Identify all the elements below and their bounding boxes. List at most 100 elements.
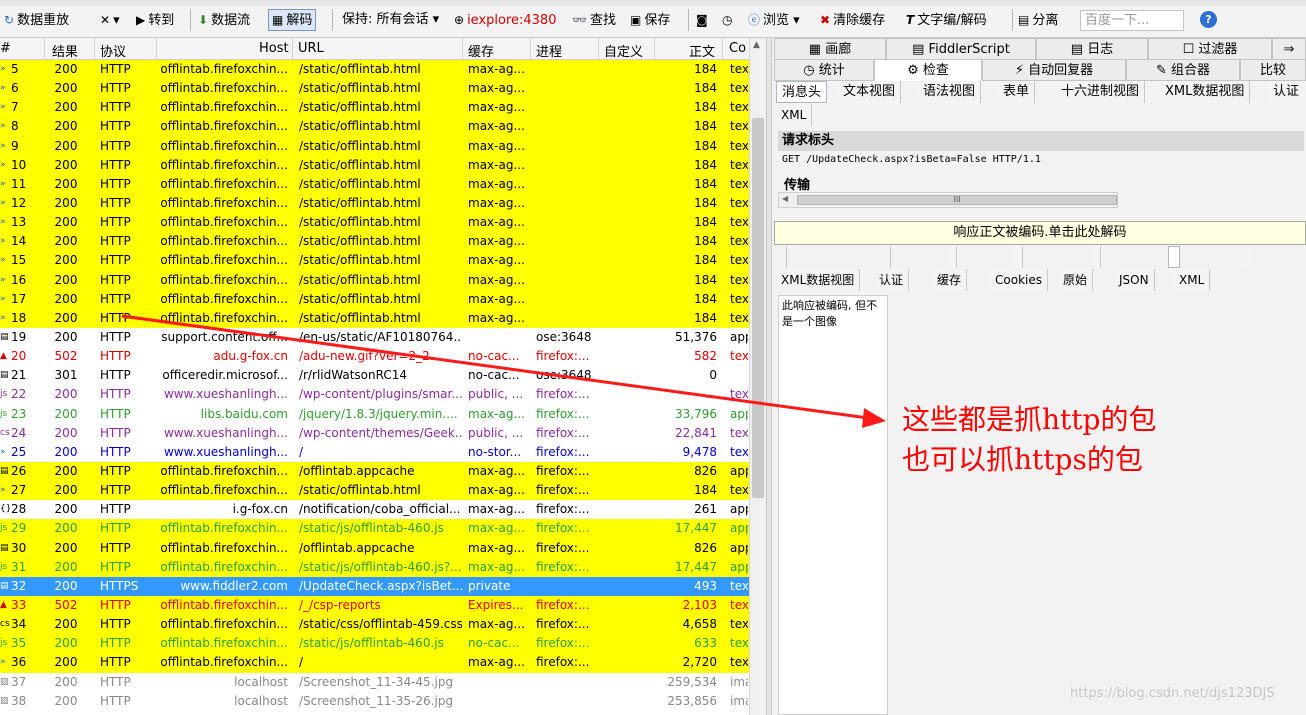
request-tab-syntaxview[interactable]: 语法视图: [918, 81, 982, 103]
scrollbar-thumb[interactable]: III: [797, 195, 1117, 205]
tab-compare[interactable]: 比较: [1240, 59, 1306, 81]
tab-statistics[interactable]: ◷ 统计: [774, 59, 874, 81]
column-header-caching[interactable]: 缓存: [468, 41, 494, 60]
session-row[interactable]: js 31 200 HTTP offlintab.firefoxchin... /stat…: [0, 557, 749, 577]
find-button[interactable]: 👓 查找: [572, 10, 616, 30]
column-header-body[interactable]: 正文: [689, 41, 715, 60]
session-row[interactable]: » 13 200 HTTP offlintab.firefoxchin... /stati…: [0, 213, 749, 233]
session-row[interactable]: » 14 200 HTTP offlintab.firefoxchin... /stati…: [0, 232, 749, 252]
session-row[interactable]: cs 34 200 HTTP offlintab.firefoxchin... /stat…: [0, 615, 749, 635]
response-tab-cookies[interactable]: Cookies: [990, 269, 1048, 291]
save-button[interactable]: ▣ 保存: [630, 10, 670, 30]
session-row[interactable]: » 10 200 HTTP offlintab.firefoxchin... /stati…: [0, 155, 749, 175]
response-tab-auth[interactable]: 认证: [874, 269, 910, 291]
session-row[interactable]: » 36 200 HTTP offlintab.firefoxchin... / max-a…: [0, 653, 749, 673]
column-header-custom[interactable]: 自定义: [604, 41, 643, 60]
session-row[interactable]: ▤ 32 200 HTTPS www.fiddler2.com/UpdateCheck.…: [0, 576, 749, 596]
text-encode-button[interactable]: T 文字编/解码: [906, 10, 987, 30]
tab-autoresponder[interactable]: ⚡ 自动回复器: [982, 59, 1126, 81]
session-row[interactable]: » 5 200 HTTP offlintab.firefoxchin... /static…: [0, 60, 749, 80]
session-row[interactable]: » 6 200 HTTP offlintab.firefoxchin... /static…: [0, 79, 749, 99]
search-input[interactable]: 百度一下...: [1080, 10, 1184, 31]
session-row[interactable]: ▤ 21 301 HTTP officeredir.microsof... /r/rlid…: [0, 366, 749, 385]
session-row[interactable]: ▲ 20 502 HTTP adu.g-fox.cn/adu-new.gif?ver=2…: [0, 347, 749, 366]
session-row[interactable]: ▲ 33 502 HTTP offlintab.firefoxchin... /_/csp…: [0, 595, 749, 616]
browse-button[interactable]: ⓔ 浏览 ▾: [748, 10, 800, 30]
session-row[interactable]: {}28 200 HTTP i.g-fox.cn/notification/coba_…: [0, 500, 749, 519]
column-header-num[interactable]: #: [0, 41, 11, 56]
tab-composer[interactable]: ✎ 组合器: [1126, 59, 1240, 81]
decode-response-bar[interactable]: 响应正文被编码.单击此处解码: [774, 221, 1306, 245]
session-row[interactable]: ▨ 38 200 HTTP localhost/Screenshot_11-35-26.…: [0, 692, 749, 711]
session-row[interactable]: » 27 200 HTTP offlintab.firefoxchin... /stati…: [0, 481, 749, 501]
request-tab-webforms[interactable]: 表单: [998, 81, 1036, 103]
session-row[interactable]: cs 24 200 HTTP www.xueshanlingh... /wp-conten…: [0, 424, 749, 443]
column-header-host[interactable]: Host: [259, 41, 289, 56]
tab-filters[interactable]: ☐ 过滤器: [1148, 38, 1272, 60]
column-header-process[interactable]: 进程: [536, 41, 562, 60]
session-list[interactable]: # 结果 协议 Host URL 缓存 进程 自定义 正文 Co » 5 200 HT…: [0, 38, 766, 715]
session-row[interactable]: » 25 200 HTTP www.xueshanlingh... / no-stor...…: [0, 443, 749, 462]
response-tab-headers[interactable]: [946, 246, 957, 268]
session-row[interactable]: ▤ 19 200 HTTP support.content.off... /en-us/s…: [0, 328, 749, 347]
session-row[interactable]: js 23 200 HTTP libs.baidu.com/jquery/1.8.3/j…: [0, 405, 749, 424]
tab-log[interactable]: ▤ 日志: [1036, 38, 1148, 60]
response-tab-xml[interactable]: XML: [1174, 269, 1211, 291]
session-row[interactable]: js 22 200 HTTP www.xueshanlingh... /wp-conten…: [0, 385, 749, 404]
stream-button[interactable]: ⬇ 数据流: [198, 10, 250, 30]
process-filter-button[interactable]: ⊕ iexplore:4380: [454, 10, 556, 30]
session-row[interactable]: » 16 200 HTTP offlintab.firefoxchin... /stati…: [0, 270, 749, 290]
column-header-url[interactable]: URL: [298, 41, 324, 56]
response-tab-json[interactable]: JSON: [1114, 269, 1155, 291]
column-header-content-type[interactable]: Co: [729, 41, 746, 56]
scroll-up-icon[interactable]: ▲: [753, 40, 760, 50]
session-row[interactable]: » 18 200 HTTP offlintab.firefoxchin... /stati…: [0, 308, 749, 328]
tab-inspectors[interactable]: ⚙ 检查: [874, 59, 982, 81]
timer-button[interactable]: ◷: [722, 10, 735, 30]
request-tab-auth[interactable]: 认证: [1268, 81, 1305, 103]
session-row[interactable]: » 12 200 HTTP offlintab.firefoxchin... /stati…: [0, 193, 749, 214]
session-row[interactable]: ▤ 30 200 HTTP offlintab.firefoxchin... /offli…: [0, 538, 749, 558]
tearoff-button[interactable]: ▤ 分离: [1018, 10, 1058, 30]
session-row[interactable]: » 11 200 HTTP offlintab.firefoxchin... /stati…: [0, 174, 749, 194]
tab-gallery[interactable]: ▦ 画廊: [774, 38, 886, 60]
response-tab-syntaxview[interactable]: [1090, 246, 1101, 268]
session-list-scrollbar[interactable]: ▲: [749, 38, 766, 715]
session-row[interactable]: js 35 200 HTTP offlintab.firefoxchin... /stat…: [0, 634, 749, 654]
screenshot-button[interactable]: ◙: [696, 10, 711, 30]
replay-button[interactable]: ↻ 数据重放: [4, 10, 69, 30]
response-tab-caching[interactable]: 缓存: [932, 269, 968, 291]
response-tab-imageview[interactable]: [1168, 246, 1180, 268]
help-icon[interactable]: ?: [1200, 11, 1217, 28]
scroll-left-icon[interactable]: ◀: [782, 194, 788, 203]
response-tab-getsyntax[interactable]: [776, 246, 787, 268]
request-tab-xml[interactable]: XML: [776, 104, 813, 126]
goto-button[interactable]: ▶ 转到: [136, 10, 174, 30]
session-row[interactable]: » 17 200 HTTP offlintab.firefoxchin... /stati…: [0, 289, 749, 309]
tab-overflow[interactable]: ⇒: [1272, 38, 1306, 60]
response-tab-raw[interactable]: 原始: [1058, 269, 1094, 291]
request-tab-hexview[interactable]: 十六进制视图: [1056, 81, 1146, 103]
session-row[interactable]: » 9 200 HTTP offlintab.firefoxchin... /static…: [0, 136, 749, 156]
remove-button[interactable]: ✕ ▾: [100, 10, 120, 30]
session-row[interactable]: ▨ 37 200 HTTP localhost/Screenshot_11-34-45.…: [0, 673, 749, 692]
response-tab-transformer[interactable]: [880, 246, 891, 268]
session-row[interactable]: ▤ 26 200 HTTP offlintab.firefoxchin... /offli…: [0, 461, 749, 482]
request-tab-headers[interactable]: 消息头: [776, 81, 828, 103]
column-header-protocol[interactable]: 协议: [100, 41, 126, 60]
request-tab-textview[interactable]: 文本视图: [838, 81, 902, 103]
session-row[interactable]: js 29 200 HTTP offlintab.firefoxchin... /stat…: [0, 519, 749, 539]
keep-sessions-dropdown[interactable]: 保持: 所有会话 ▾: [342, 10, 439, 30]
session-row[interactable]: » 8 200 HTTP offlintab.firefoxchin... /static…: [0, 117, 749, 137]
response-tab-textview[interactable]: [1012, 246, 1023, 268]
tab-fiddlerscript[interactable]: ▤ FiddlerScript: [886, 38, 1036, 60]
request-hscrollbar[interactable]: ◀ III: [778, 192, 1118, 208]
decode-button[interactable]: ▦ 解码: [268, 9, 317, 31]
clear-cache-button[interactable]: ✖ 清除缓存: [820, 10, 885, 30]
request-tab-xmlview[interactable]: XML数据视图: [1160, 81, 1251, 103]
column-header-result[interactable]: 结果: [52, 41, 78, 60]
scrollbar-thumb[interactable]: [752, 118, 764, 498]
session-row[interactable]: » 7 200 HTTP offlintab.firefoxchin... /static…: [0, 98, 749, 118]
response-tab-hexview[interactable]: [1240, 246, 1250, 268]
response-tab-xmlview[interactable]: XML数据视图: [776, 269, 861, 291]
